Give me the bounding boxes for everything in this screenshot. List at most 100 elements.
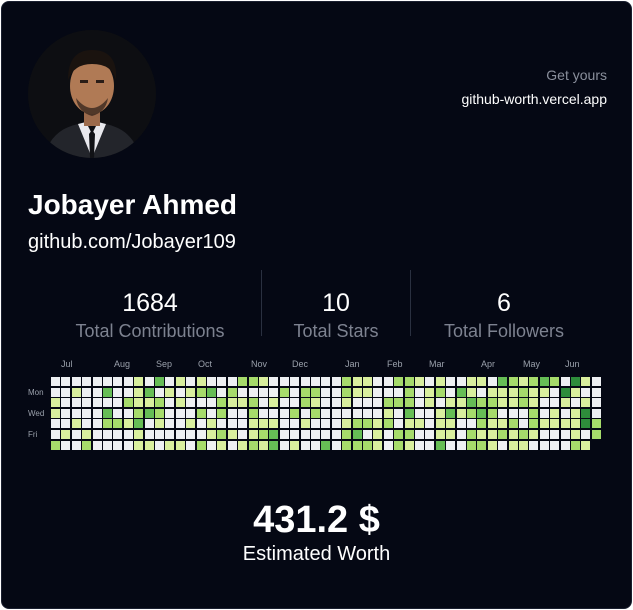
contribution-cell (144, 387, 154, 397)
contribution-cell (394, 398, 404, 408)
contribution-cell (259, 430, 268, 439)
contribution-cell (103, 377, 112, 386)
contribution-cell (134, 419, 144, 429)
contribution-cell (539, 398, 549, 408)
contribution-cell (331, 377, 341, 386)
contribution-cell (134, 387, 144, 397)
contribution-cell (435, 387, 445, 397)
month-label: Jul (61, 359, 73, 369)
contribution-cell (363, 440, 372, 450)
contribution-cell (227, 440, 237, 450)
contribution-cell (352, 387, 362, 397)
contribution-cell (259, 387, 268, 397)
contribution-cell (363, 430, 372, 439)
contribution-cell (383, 398, 393, 408)
contribution-cell (61, 408, 71, 418)
contribution-cell (175, 419, 185, 429)
contribution-cell (539, 377, 549, 386)
contribution-cell (425, 377, 435, 386)
contribution-cell (123, 440, 133, 450)
contribution-cell (321, 419, 331, 429)
contribution-cell (155, 408, 164, 418)
contribution-cell (498, 387, 508, 397)
contribution-cell (373, 430, 383, 439)
contribution-cell (487, 377, 497, 386)
contribution-cell (300, 419, 310, 429)
contribution-cell (550, 377, 560, 386)
contribution-cell (259, 440, 268, 450)
contribution-cell (487, 398, 497, 408)
contribution-cell (196, 408, 206, 418)
contribution-cell (71, 377, 81, 386)
contribution-cell (539, 408, 549, 418)
contribution-cell (103, 387, 112, 397)
contribution-cell (207, 419, 216, 429)
contribution-cell (113, 408, 123, 418)
contribution-cell (207, 440, 216, 450)
contribution-cell (456, 419, 466, 429)
contribution-cell (92, 387, 102, 397)
contribution-cell (539, 430, 549, 439)
contribution-cell (498, 430, 508, 439)
contribution-cell (175, 440, 185, 450)
profile-link[interactable]: github.com/Jobayer109 (28, 229, 236, 255)
contribution-cell (373, 377, 383, 386)
contribution-cell (165, 419, 175, 429)
contribution-cell (394, 440, 404, 450)
contribution-cell (207, 387, 216, 397)
contribution-cell (529, 377, 539, 386)
contribution-cell (123, 387, 133, 397)
contribution-cell (331, 440, 341, 450)
contribution-cell (581, 398, 591, 408)
contribution-cell (207, 408, 216, 418)
contribution-cell (352, 408, 362, 418)
contribution-cell (373, 387, 383, 397)
stat-label: Total Stars (293, 321, 379, 341)
contribution-cell (217, 440, 227, 450)
contribution-cell (529, 430, 539, 439)
contribution-cell (425, 430, 435, 439)
contribution-cell (331, 398, 341, 408)
contribution-cell (425, 398, 435, 408)
contribution-cell (467, 408, 476, 418)
stat-value: 1684 (122, 289, 178, 317)
contribution-cell (456, 408, 466, 418)
contribution-cell (581, 440, 591, 450)
promo-link[interactable]: github-worth.vercel.app (461, 90, 607, 108)
contribution-cell (123, 398, 133, 408)
contribution-cell (82, 430, 92, 439)
contribution-cell (425, 387, 435, 397)
contribution-cell (581, 408, 591, 418)
contribution-cell (571, 430, 580, 439)
contribution-cell (550, 398, 560, 408)
contribution-cell (175, 408, 185, 418)
contribution-cell (217, 430, 227, 439)
contribution-cell (165, 440, 175, 450)
contribution-cell (155, 398, 164, 408)
contribution-cell (186, 398, 196, 408)
contribution-cell (415, 408, 424, 418)
contribution-cell (508, 387, 518, 397)
avatar (28, 30, 156, 158)
contribution-cell (477, 398, 487, 408)
contribution-cell (383, 387, 393, 397)
month-label: May (523, 359, 541, 369)
contribution-cell (560, 398, 570, 408)
month-label: Nov (251, 359, 268, 369)
contribution-cell (508, 408, 518, 418)
contribution-cell (498, 440, 508, 450)
contribution-cell (383, 440, 393, 450)
month-label: Dec (292, 359, 309, 369)
contribution-cell (477, 430, 487, 439)
contribution-cell (487, 430, 497, 439)
contribution-cell (571, 387, 580, 397)
contribution-cell (321, 377, 331, 386)
contribution-cell (519, 419, 528, 429)
contribution-cell (300, 377, 310, 386)
contribution-cell (269, 398, 279, 408)
contribution-cell (71, 408, 81, 418)
contribution-cell (82, 408, 92, 418)
contribution-cell (238, 387, 248, 397)
contribution-cell (311, 387, 320, 397)
contribution-cell (321, 387, 331, 397)
